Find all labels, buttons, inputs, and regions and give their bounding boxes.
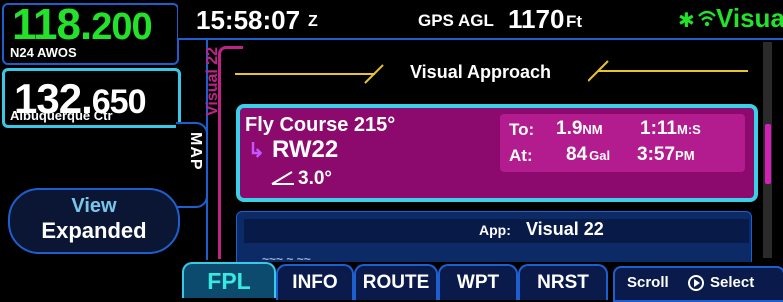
leg-waypoint: RW22 (272, 136, 339, 163)
scroll-label: Scroll (627, 274, 669, 291)
view-expanded-button[interactable]: View Expanded (8, 188, 180, 254)
standby-com-name: Albuquerque Ctr (10, 108, 113, 123)
next-leg-cut-text: ~~~ ~ ~~ (262, 252, 311, 261)
leg-info-box (500, 114, 745, 172)
to-label: To: (509, 120, 535, 139)
select-label: Select (710, 274, 755, 291)
tab-route[interactable]: ROUTE (354, 264, 438, 300)
tab-fpl[interactable]: FPL (182, 262, 276, 298)
tab-info[interactable]: INFO (276, 264, 354, 300)
scrollbar-thumb[interactable] (765, 124, 771, 184)
wifi-icon (698, 10, 716, 27)
view-button-line1: View (71, 195, 117, 217)
at-label: At: (509, 146, 533, 165)
procedure-side-label: Visual 22 (204, 46, 221, 116)
leg-instruction: Fly Course 215° (245, 114, 396, 136)
agl-unit: Ft (566, 12, 583, 31)
approach-status-text: Visual (716, 3, 783, 33)
agl-value: 1170 (508, 4, 565, 34)
tab-nrst[interactable]: NRST (518, 264, 608, 300)
app-label: App: (479, 222, 511, 238)
leg-line-right (588, 60, 748, 82)
at-time: 3:57PM (637, 144, 695, 165)
app-value: Visual 22 (526, 219, 604, 239)
view-button-line2: Expanded (41, 218, 147, 243)
knob-icon (688, 275, 704, 291)
to-distance: 1.9NM (556, 118, 603, 139)
glidepath-angle: 3.0° (298, 168, 333, 189)
at-fuel: 84 Gal (566, 144, 611, 165)
clock-zulu-suffix: Z (308, 13, 318, 30)
to-time: 1:11M:S (640, 118, 701, 139)
map-tab-label: MAP (187, 132, 204, 171)
leg-line-left (235, 64, 384, 84)
gps-agl-label: GPS AGL (418, 11, 494, 30)
active-com-name: N24 AWOS (10, 45, 77, 60)
procedure-title: Visual Approach (410, 62, 552, 82)
bluetooth-icon: ✱ (678, 10, 695, 32)
clock-time: 15:58:07 (196, 5, 301, 35)
active-com-frequency: 118.200 (12, 0, 153, 49)
active-leg-arrow-icon: ↳ (248, 140, 265, 162)
glidepath-angle-icon (271, 171, 294, 185)
tab-wpt[interactable]: WPT (438, 264, 518, 300)
